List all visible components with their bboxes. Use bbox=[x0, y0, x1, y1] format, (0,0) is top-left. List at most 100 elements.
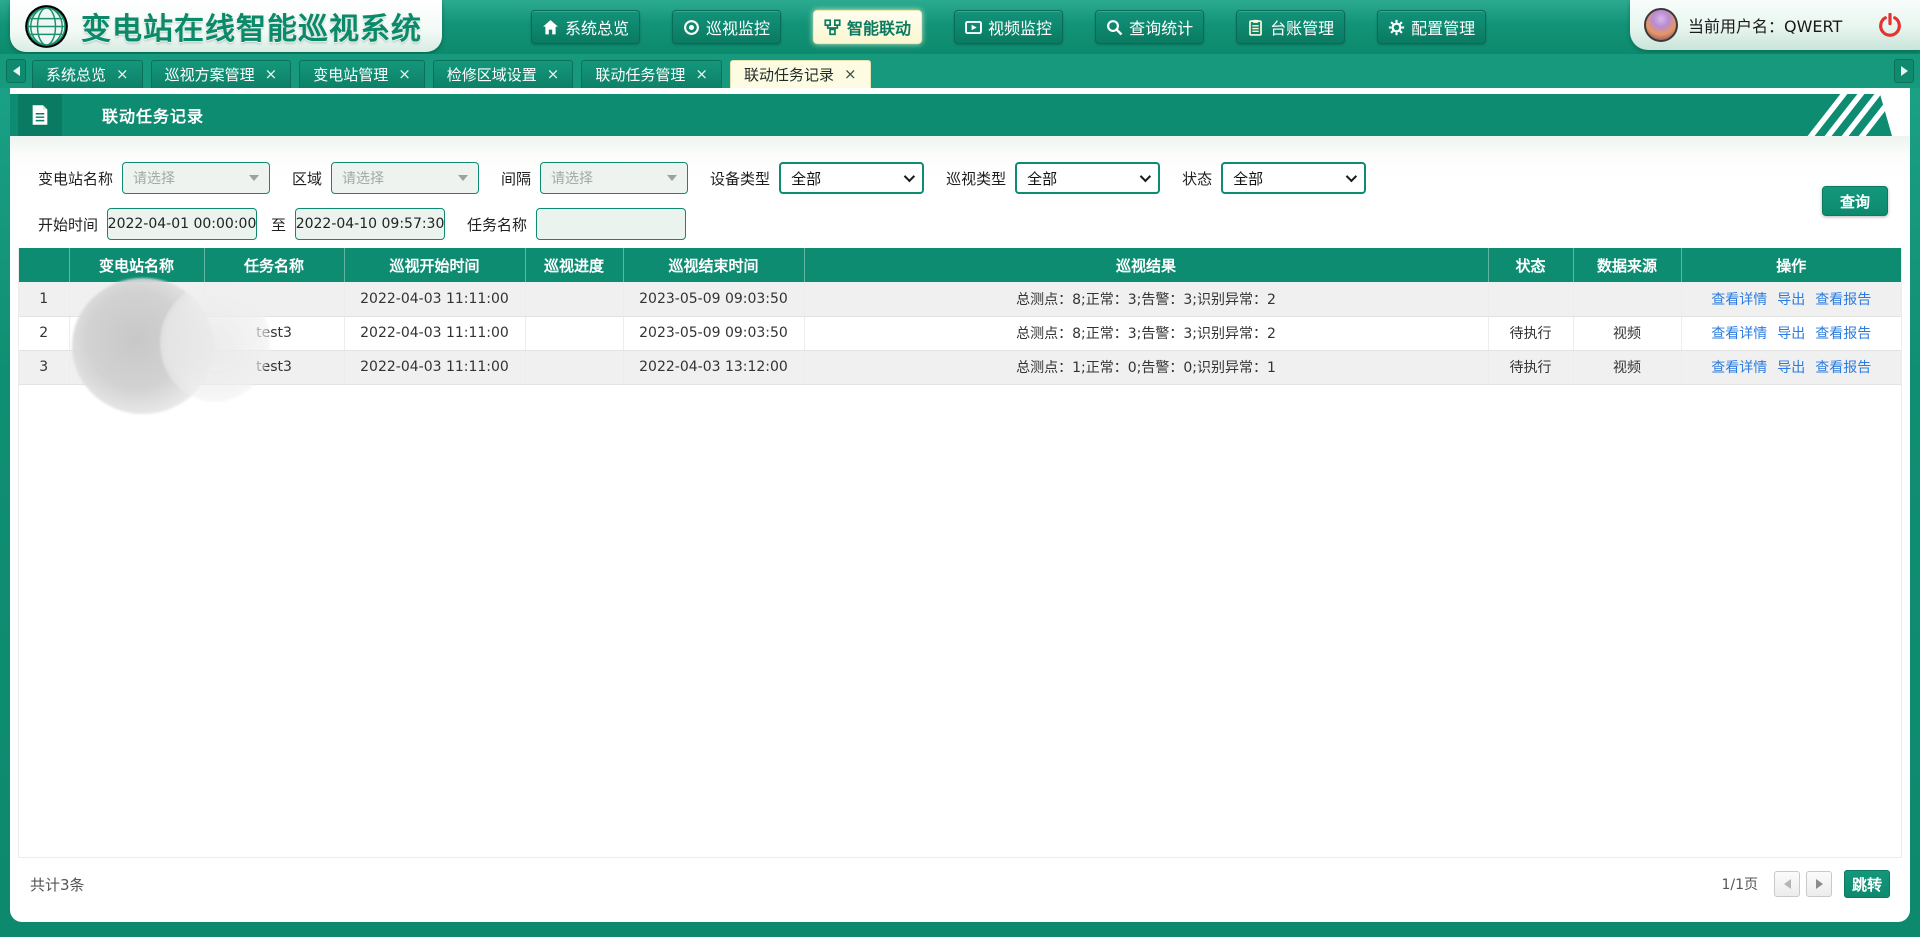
tab-linkage-task-record[interactable]: 联动任务记录× bbox=[730, 60, 871, 88]
close-icon[interactable]: × bbox=[116, 67, 129, 82]
row-index: 2 bbox=[19, 316, 69, 350]
search-icon bbox=[1106, 19, 1123, 36]
view-report-link[interactable]: 查看报告 bbox=[1815, 326, 1871, 342]
view-detail-link[interactable]: 查看详情 bbox=[1711, 360, 1767, 376]
logo-panel: 变电站在线智能巡视系统 bbox=[10, 0, 442, 52]
close-icon[interactable]: × bbox=[844, 67, 857, 82]
cell-actions: 查看详情导出查看报告 bbox=[1681, 350, 1901, 384]
tab-linkage-task-management[interactable]: 联动任务管理× bbox=[581, 60, 722, 88]
app-title: 变电站在线智能巡视系统 bbox=[81, 4, 422, 48]
cell-source: 视频 bbox=[1573, 316, 1681, 350]
tab-maintenance-area-settings[interactable]: 检修区域设置× bbox=[433, 60, 574, 88]
close-icon[interactable]: × bbox=[695, 67, 708, 82]
chevron-down-icon bbox=[458, 175, 468, 181]
current-user-label: 当前用户名：QWERT bbox=[1688, 13, 1842, 37]
cell-progress bbox=[525, 350, 623, 384]
status-filter-label: 状态 bbox=[1182, 168, 1212, 189]
cell-actions: 查看详情导出查看报告 bbox=[1681, 316, 1901, 350]
chevron-left-icon bbox=[1784, 879, 1791, 889]
status-select[interactable]: 全部 bbox=[1221, 162, 1366, 194]
jump-button[interactable]: 跳转 bbox=[1844, 870, 1890, 898]
cell-end-time: 2022-04-03 13:12:00 bbox=[623, 350, 804, 384]
document-icon bbox=[18, 94, 62, 136]
main-nav: 系统总览 巡视监控 智能联动 视频监控 查询统计 台账管理 bbox=[531, 10, 1486, 44]
gear-icon bbox=[1388, 19, 1405, 36]
app-header: 变电站在线智能巡视系统 系统总览 巡视监控 智能联动 视频监控 查询统计 bbox=[0, 0, 1920, 54]
bay-select[interactable]: 请选择 bbox=[540, 162, 688, 194]
bay-filter-label: 间隔 bbox=[501, 168, 531, 189]
cell-start-time: 2022-04-03 11:11:00 bbox=[344, 282, 525, 316]
close-icon[interactable]: × bbox=[398, 67, 411, 82]
row-index: 3 bbox=[19, 350, 69, 384]
tab-scroll-left-button[interactable] bbox=[6, 59, 26, 83]
task-name-input[interactable] bbox=[536, 208, 686, 240]
page-title-bar: 联动任务记录 bbox=[10, 94, 1910, 136]
cell-station bbox=[69, 282, 204, 316]
start-time-label: 开始时间 bbox=[38, 214, 98, 235]
table-footer: 共计3条 1/1页 跳转 bbox=[18, 860, 1902, 908]
table-header-row: 变电站名称 任务名称 巡视开始时间 巡视进度 巡视结束时间 巡视结果 状态 数据… bbox=[19, 248, 1901, 282]
station-filter-label: 变电站名称 bbox=[38, 168, 113, 189]
patrol-type-select[interactable]: 全部 bbox=[1015, 162, 1160, 194]
cell-end-time: 2023-05-09 09:03:50 bbox=[623, 316, 804, 350]
user-avatar[interactable] bbox=[1644, 8, 1678, 42]
chevron-down-icon bbox=[667, 175, 677, 181]
page-title: 联动任务记录 bbox=[102, 94, 204, 136]
cell-start-time: 2022-04-03 11:11:00 bbox=[344, 316, 525, 350]
view-report-link[interactable]: 查看报告 bbox=[1815, 360, 1871, 376]
logout-power-icon[interactable] bbox=[1878, 13, 1902, 37]
pagination-next-button[interactable] bbox=[1806, 871, 1832, 897]
close-icon[interactable]: × bbox=[547, 67, 560, 82]
table-row: 2 test3 2022-04-03 11:11:00 2023-05-09 0… bbox=[19, 316, 1901, 350]
device-type-filter-label: 设备类型 bbox=[710, 168, 770, 189]
nav-system-overview[interactable]: 系统总览 bbox=[531, 10, 640, 44]
table-row: 3 test3 2022-04-03 11:11:00 2022-04-03 1… bbox=[19, 350, 1901, 384]
filter-panel: 变电站名称 请选择 区域 请选择 间隔 请选择 设备类型 全部 bbox=[10, 136, 1910, 248]
nav-query-statistics[interactable]: 查询统计 bbox=[1095, 10, 1204, 44]
cell-progress bbox=[525, 282, 623, 316]
cell-progress bbox=[525, 316, 623, 350]
patrol-type-filter-label: 巡视类型 bbox=[946, 168, 1006, 189]
cell-status bbox=[1488, 282, 1573, 316]
tab-system-overview[interactable]: 系统总览× bbox=[32, 60, 143, 88]
query-button[interactable]: 查询 bbox=[1822, 186, 1888, 216]
start-time-input[interactable]: 2022-04-01 00:00:00 bbox=[107, 208, 257, 240]
view-detail-link[interactable]: 查看详情 bbox=[1711, 326, 1767, 342]
cell-actions: 查看详情导出查看报告 bbox=[1681, 282, 1901, 316]
nav-config-management[interactable]: 配置管理 bbox=[1377, 10, 1486, 44]
area-select[interactable]: 请选择 bbox=[331, 162, 479, 194]
close-icon[interactable]: × bbox=[265, 67, 278, 82]
task-name-label: 任务名称 bbox=[467, 214, 527, 235]
end-time-input[interactable]: 2022-04-10 09:57:30 bbox=[295, 208, 445, 240]
ledger-icon bbox=[1247, 19, 1264, 36]
nav-video-monitor[interactable]: 视频监控 bbox=[954, 10, 1063, 44]
nav-patrol-monitor[interactable]: 巡视监控 bbox=[672, 10, 781, 44]
export-link[interactable]: 导出 bbox=[1777, 292, 1805, 308]
view-detail-link[interactable]: 查看详情 bbox=[1711, 292, 1767, 308]
tab-substation-management[interactable]: 变电站管理× bbox=[299, 60, 425, 88]
nav-ledger-management[interactable]: 台账管理 bbox=[1236, 10, 1345, 44]
cell-result: 总测点：8;正常：3;告警：3;识别异常：2 bbox=[804, 282, 1488, 316]
tab-patrol-plan-management[interactable]: 巡视方案管理× bbox=[151, 60, 292, 88]
main-content-panel: 联动任务记录 变电站名称 请选择 区域 请选择 间隔 请选择 bbox=[10, 88, 1910, 922]
cell-station bbox=[69, 350, 204, 384]
to-label: 至 bbox=[271, 214, 286, 235]
nav-smart-linkage[interactable]: 智能联动 bbox=[813, 10, 922, 44]
chevron-down-icon bbox=[1140, 171, 1151, 182]
pagination-prev-button[interactable] bbox=[1774, 871, 1800, 897]
cell-source bbox=[1573, 282, 1681, 316]
export-link[interactable]: 导出 bbox=[1777, 326, 1805, 342]
tab-scroll-right-button[interactable] bbox=[1894, 59, 1914, 83]
eye-icon bbox=[683, 19, 700, 36]
device-type-select[interactable]: 全部 bbox=[779, 162, 924, 194]
station-select[interactable]: 请选择 bbox=[122, 162, 270, 194]
cell-status: 待执行 bbox=[1488, 350, 1573, 384]
total-count-text: 共计3条 bbox=[30, 874, 85, 895]
chevron-right-icon bbox=[1901, 66, 1908, 76]
export-link[interactable]: 导出 bbox=[1777, 360, 1805, 376]
cell-result: 总测点：1;正常：0;告警：0;识别异常：1 bbox=[804, 350, 1488, 384]
view-report-link[interactable]: 查看报告 bbox=[1815, 292, 1871, 308]
chevron-down-icon bbox=[904, 171, 915, 182]
cell-task: test3 bbox=[204, 350, 344, 384]
row-index: 1 bbox=[19, 282, 69, 316]
